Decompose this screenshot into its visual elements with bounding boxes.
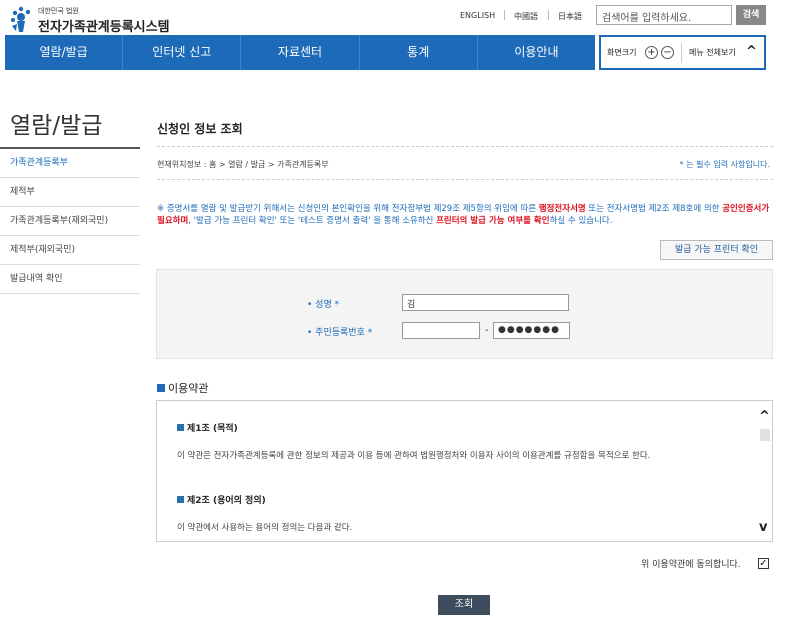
article2-body: 이 약관에서 사용하는 용어의 정의는 다음과 같다. bbox=[177, 523, 353, 533]
name-label: • 성명 * bbox=[307, 300, 340, 310]
breadcrumb: 현재위치정보 : 홈 > 열람 / 발급 > 가족관계등록부 bbox=[157, 160, 329, 169]
required-note: * 는 필수 입력 사항입니다. bbox=[679, 160, 770, 169]
nav-item-statistics[interactable]: 통계 bbox=[360, 35, 478, 70]
chevron-up-icon[interactable]: ^ bbox=[746, 44, 757, 59]
search-button[interactable]: 검색 bbox=[736, 5, 766, 25]
article1-heading: 제1조 (목적) bbox=[177, 421, 238, 434]
zoom-in-button[interactable]: + bbox=[645, 46, 658, 59]
search-input[interactable]: 검색어를 입력하세요. bbox=[596, 5, 732, 25]
page-title: 신청인 정보 조회 bbox=[157, 122, 243, 136]
divider bbox=[157, 146, 773, 147]
scroll-thumb[interactable] bbox=[760, 429, 770, 441]
bullet-icon bbox=[177, 424, 184, 431]
nav-item-internet-report[interactable]: 인터넷 신고 bbox=[123, 35, 242, 70]
org-name: 대한민국 법원 bbox=[38, 7, 79, 15]
rrn-dash: - bbox=[485, 325, 489, 336]
site-logo[interactable]: 대한민국 법원 전자가족관계등록시스템 bbox=[8, 4, 170, 35]
agree-label: 위 이용약관에 동의합니다. bbox=[641, 560, 741, 570]
sidebar-item-issue-history[interactable]: 발급내역 확인 bbox=[0, 265, 140, 294]
terms-title: 이용약관 bbox=[157, 380, 208, 396]
notice-part: 하실 수 있습니다. bbox=[549, 216, 613, 226]
rrn-back-input[interactable]: ●●●●●●● bbox=[493, 322, 570, 339]
bullet-icon bbox=[177, 496, 184, 503]
main-nav: 열람/발급 인터넷 신고 자료센터 통계 이용안내 bbox=[5, 35, 595, 70]
divider bbox=[681, 43, 682, 63]
nav-item-view-issue[interactable]: 열람/발급 bbox=[5, 35, 124, 70]
divider bbox=[157, 179, 773, 180]
divider bbox=[548, 10, 549, 20]
article2-heading: 제2조 (용어의 정의) bbox=[177, 493, 266, 506]
notice-part: 또는 전자서명법 제2조 제8호에 의한 bbox=[585, 204, 723, 214]
notice-text: ※ 증명서를 열람 및 발급받기 위해서는 신청인의 본인확인을 위해 전자정부… bbox=[157, 203, 773, 227]
sidebar-menu: 가족관계등록부 제적부 가족관계등록부(재외국민) 제적부(재외국민) 발급내역… bbox=[0, 147, 140, 294]
submit-button[interactable]: 조회 bbox=[438, 595, 490, 615]
nav-item-data-center[interactable]: 자료센터 bbox=[241, 35, 360, 70]
name-input[interactable]: 김 bbox=[402, 294, 569, 311]
rrn-front-input[interactable] bbox=[402, 322, 480, 339]
rrn-label: • 주민등록번호 * bbox=[307, 328, 373, 338]
terms-box[interactable]: 제1조 (목적) 이 약관은 전자가족관계등록에 관한 정보의 제공과 이용 등… bbox=[156, 400, 773, 542]
notice-highlight: 프린터의 발급 가능 여부를 확인 bbox=[436, 216, 550, 226]
applicant-form: • 성명 * 김 • 주민등록번호 * - ●●●●●●● bbox=[156, 269, 773, 359]
notice-highlight: 행정전자서명 bbox=[538, 204, 586, 214]
scroll-up-icon[interactable]: ^ bbox=[759, 409, 770, 424]
lang-english-link[interactable]: ENGLISH bbox=[460, 11, 495, 20]
system-name: 전자가족관계등록시스템 bbox=[38, 20, 170, 35]
nav-tools: 화면크기 + − 메뉴 전체보기 ^ bbox=[599, 35, 766, 70]
sidebar-item-family-register-overseas[interactable]: 가족관계등록부(재외국민) bbox=[0, 207, 140, 236]
sidebar-item-removed-register-overseas[interactable]: 제적부(재외국민) bbox=[0, 236, 140, 265]
divider bbox=[504, 10, 505, 20]
article1-heading-text: 제1조 (목적) bbox=[187, 424, 238, 434]
article2-heading-text: 제2조 (용어의 정의) bbox=[187, 496, 266, 506]
terms-title-label: 이용약관 bbox=[168, 382, 209, 395]
sidebar-item-removed-register[interactable]: 제적부 bbox=[0, 178, 140, 207]
bullet-icon bbox=[157, 384, 165, 392]
terms-scrollbar[interactable]: ^ v bbox=[758, 401, 772, 541]
sidebar-title: 열람/발급 bbox=[10, 113, 103, 139]
agree-checkbox[interactable]: ✓ bbox=[758, 558, 769, 569]
sidebar-item-family-register[interactable]: 가족관계등록부 bbox=[0, 149, 140, 178]
zoom-label: 화면크기 bbox=[607, 48, 637, 57]
scroll-down-icon[interactable]: v bbox=[759, 520, 767, 535]
notice-part: , '발급 가능 프린터 확인' 또는 '테스트 증명서 출력' 을 통해 소유… bbox=[188, 216, 437, 226]
menu-all-button[interactable]: 메뉴 전체보기 bbox=[689, 47, 736, 58]
nav-item-guide[interactable]: 이용안내 bbox=[478, 35, 595, 70]
zoom-out-button[interactable]: − bbox=[661, 46, 674, 59]
check-printer-button[interactable]: 발급 가능 프린터 확인 bbox=[660, 240, 773, 260]
lang-chinese-link[interactable]: 中國語 bbox=[514, 11, 538, 22]
notice-part: ※ 증명서를 열람 및 발급받기 위해서는 신청인의 본인확인을 위해 전자정부… bbox=[157, 204, 539, 214]
court-emblem-icon bbox=[11, 6, 31, 32]
lang-japanese-link[interactable]: 日本語 bbox=[558, 11, 582, 22]
article1-body: 이 약관은 전자가족관계등록에 관한 정보의 제공과 이용 등에 관하여 법원행… bbox=[177, 451, 651, 461]
